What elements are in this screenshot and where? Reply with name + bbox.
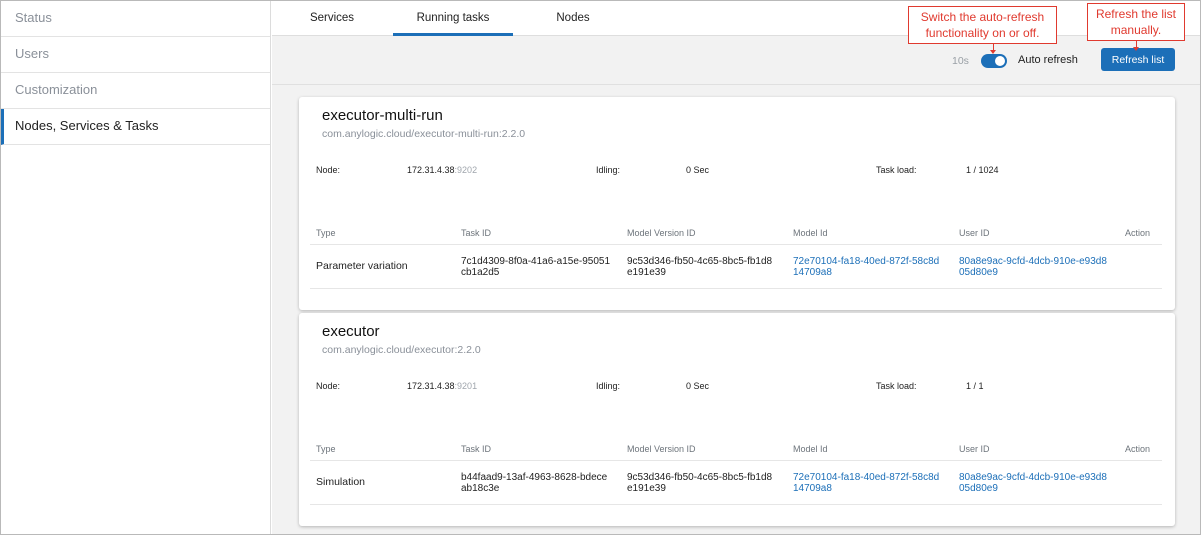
task-load-value: 1 / 1024 [966, 165, 999, 175]
service-card: executor-multi-run com.anylogic.cloud/ex… [299, 97, 1175, 310]
node-ip: 172.31.4.38 [407, 381, 455, 391]
node-address: 172.31.4.38:9202 [407, 165, 477, 175]
model-id-link[interactable]: 72e70104-fa18-40ed-872f-58c8d14709a8 [793, 256, 943, 278]
col-type: Type [316, 228, 336, 238]
task-load-value: 1 / 1 [966, 381, 984, 391]
idling-label: Idling: [596, 381, 621, 391]
tab-services[interactable]: Services [302, 1, 362, 36]
main-content: Services Running tasks Nodes 10s Auto re… [272, 1, 1200, 534]
task-id: b44faad9-13af-4963-8628-bdeceab18c3e [461, 472, 608, 494]
sidebar: Status Users Customization Nodes, Servic… [1, 1, 271, 534]
node-ip: 172.31.4.38 [407, 165, 455, 175]
task-load-label: Task load: [876, 381, 917, 391]
col-model-version-id: Model Version ID [627, 228, 696, 238]
model-version-id: 9c53d346-fb50-4c65-8bc5-fb1d8e191e39 [627, 256, 773, 278]
node-port: :9202 [454, 165, 478, 175]
toggle-knob [994, 55, 1006, 67]
col-model-version-id: Model Version ID [627, 444, 696, 454]
service-image: com.anylogic.cloud/executor:2.2.0 [322, 344, 481, 356]
col-task-id: Task ID [461, 228, 492, 238]
tab-nodes[interactable]: Nodes [548, 1, 598, 36]
table-row: Simulation b44faad9-13af-4963-8628-bdece… [310, 461, 1162, 505]
refresh-list-button[interactable]: Refresh list [1101, 48, 1175, 71]
node-label: Node: [316, 381, 341, 391]
service-card: executor com.anylogic.cloud/executor:2.2… [299, 313, 1175, 526]
auto-refresh-toggle[interactable] [981, 54, 1007, 68]
col-user-id: User ID [959, 228, 990, 238]
task-id: 7c1d4309-8f0a-41a6-a15e-95051cb1a2d5 [461, 256, 611, 278]
service-image: com.anylogic.cloud/executor-multi-run:2.… [322, 128, 526, 140]
node-port: :9201 [454, 381, 478, 391]
sidebar-item-nodes-services-tasks[interactable]: Nodes, Services & Tasks [1, 109, 270, 145]
sidebar-item-customization[interactable]: Customization [1, 73, 270, 109]
tab-bar: Services Running tasks Nodes [272, 1, 1200, 36]
sidebar-item-users[interactable]: Users [1, 37, 270, 73]
table-header: Type Task ID Model Version ID Model Id U… [310, 223, 1162, 245]
idling-value: 0 Sec [686, 381, 710, 391]
col-action: Action [1125, 228, 1151, 238]
model-id-link[interactable]: 72e70104-fa18-40ed-872f-58c8d14709a8 [793, 472, 943, 494]
service-name: executor [322, 323, 380, 340]
task-type: Parameter variation [316, 260, 408, 272]
node-address: 172.31.4.38:9201 [407, 381, 477, 391]
sidebar-item-status[interactable]: Status [1, 1, 270, 37]
col-model-id: Model Id [793, 228, 828, 238]
callout-arrow-head [1133, 47, 1139, 51]
refresh-interval[interactable]: 10s [952, 55, 969, 67]
table-row: Parameter variation 7c1d4309-8f0a-41a6-a… [310, 245, 1162, 289]
user-id-link[interactable]: 80a8e9ac-9cfd-4dcb-910e-e93d805d80e9 [959, 472, 1109, 494]
service-name: executor-multi-run [322, 107, 443, 124]
idling-label: Idling: [596, 165, 621, 175]
callout-auto-refresh: Switch the auto-refresh functionality on… [908, 6, 1057, 44]
task-type: Simulation [316, 476, 366, 488]
task-load-label: Task load: [876, 165, 917, 175]
toolbar: 10s Auto refresh Refresh list [272, 36, 1200, 85]
col-task-id: Task ID [461, 444, 492, 454]
tab-running-tasks[interactable]: Running tasks [393, 1, 513, 36]
col-user-id: User ID [959, 444, 990, 454]
idling-value: 0 Sec [686, 165, 710, 175]
callout-refresh-list: Refresh the list manually. [1087, 3, 1185, 41]
user-id-link[interactable]: 80a8e9ac-9cfd-4dcb-910e-e93d805d80e9 [959, 256, 1109, 278]
node-label: Node: [316, 165, 341, 175]
col-action: Action [1125, 444, 1151, 454]
callout-arrow-head [990, 50, 996, 54]
table-header: Type Task ID Model Version ID Model Id U… [310, 439, 1162, 461]
model-version-id: 9c53d346-fb50-4c65-8bc5-fb1d8e191e39 [627, 472, 773, 494]
col-model-id: Model Id [793, 444, 828, 454]
auto-refresh-label: Auto refresh [1018, 54, 1078, 66]
col-type: Type [316, 444, 336, 454]
